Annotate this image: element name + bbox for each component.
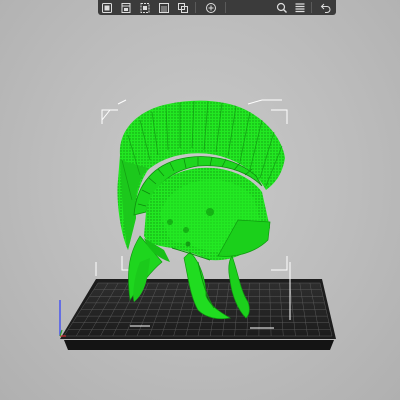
add-model-icon[interactable] bbox=[98, 0, 117, 15]
list-icon[interactable] bbox=[291, 0, 308, 15]
scene-canvas[interactable] bbox=[0, 0, 400, 400]
toolbar-separator bbox=[195, 2, 197, 13]
undo-icon[interactable] bbox=[315, 0, 336, 15]
arrange-icon[interactable] bbox=[155, 0, 174, 15]
layers-editing-icon[interactable] bbox=[229, 0, 272, 15]
copy-paste-icon[interactable] bbox=[174, 0, 193, 15]
delete-all-icon[interactable] bbox=[136, 0, 155, 15]
top-toolbar bbox=[98, 0, 336, 15]
toolbar-separator bbox=[311, 2, 313, 13]
delete-icon[interactable] bbox=[117, 0, 136, 15]
toolbar-separator bbox=[225, 2, 226, 13]
add-instance-icon[interactable] bbox=[199, 0, 222, 15]
3d-viewport[interactable] bbox=[0, 0, 400, 400]
zoom-icon[interactable] bbox=[272, 0, 291, 15]
